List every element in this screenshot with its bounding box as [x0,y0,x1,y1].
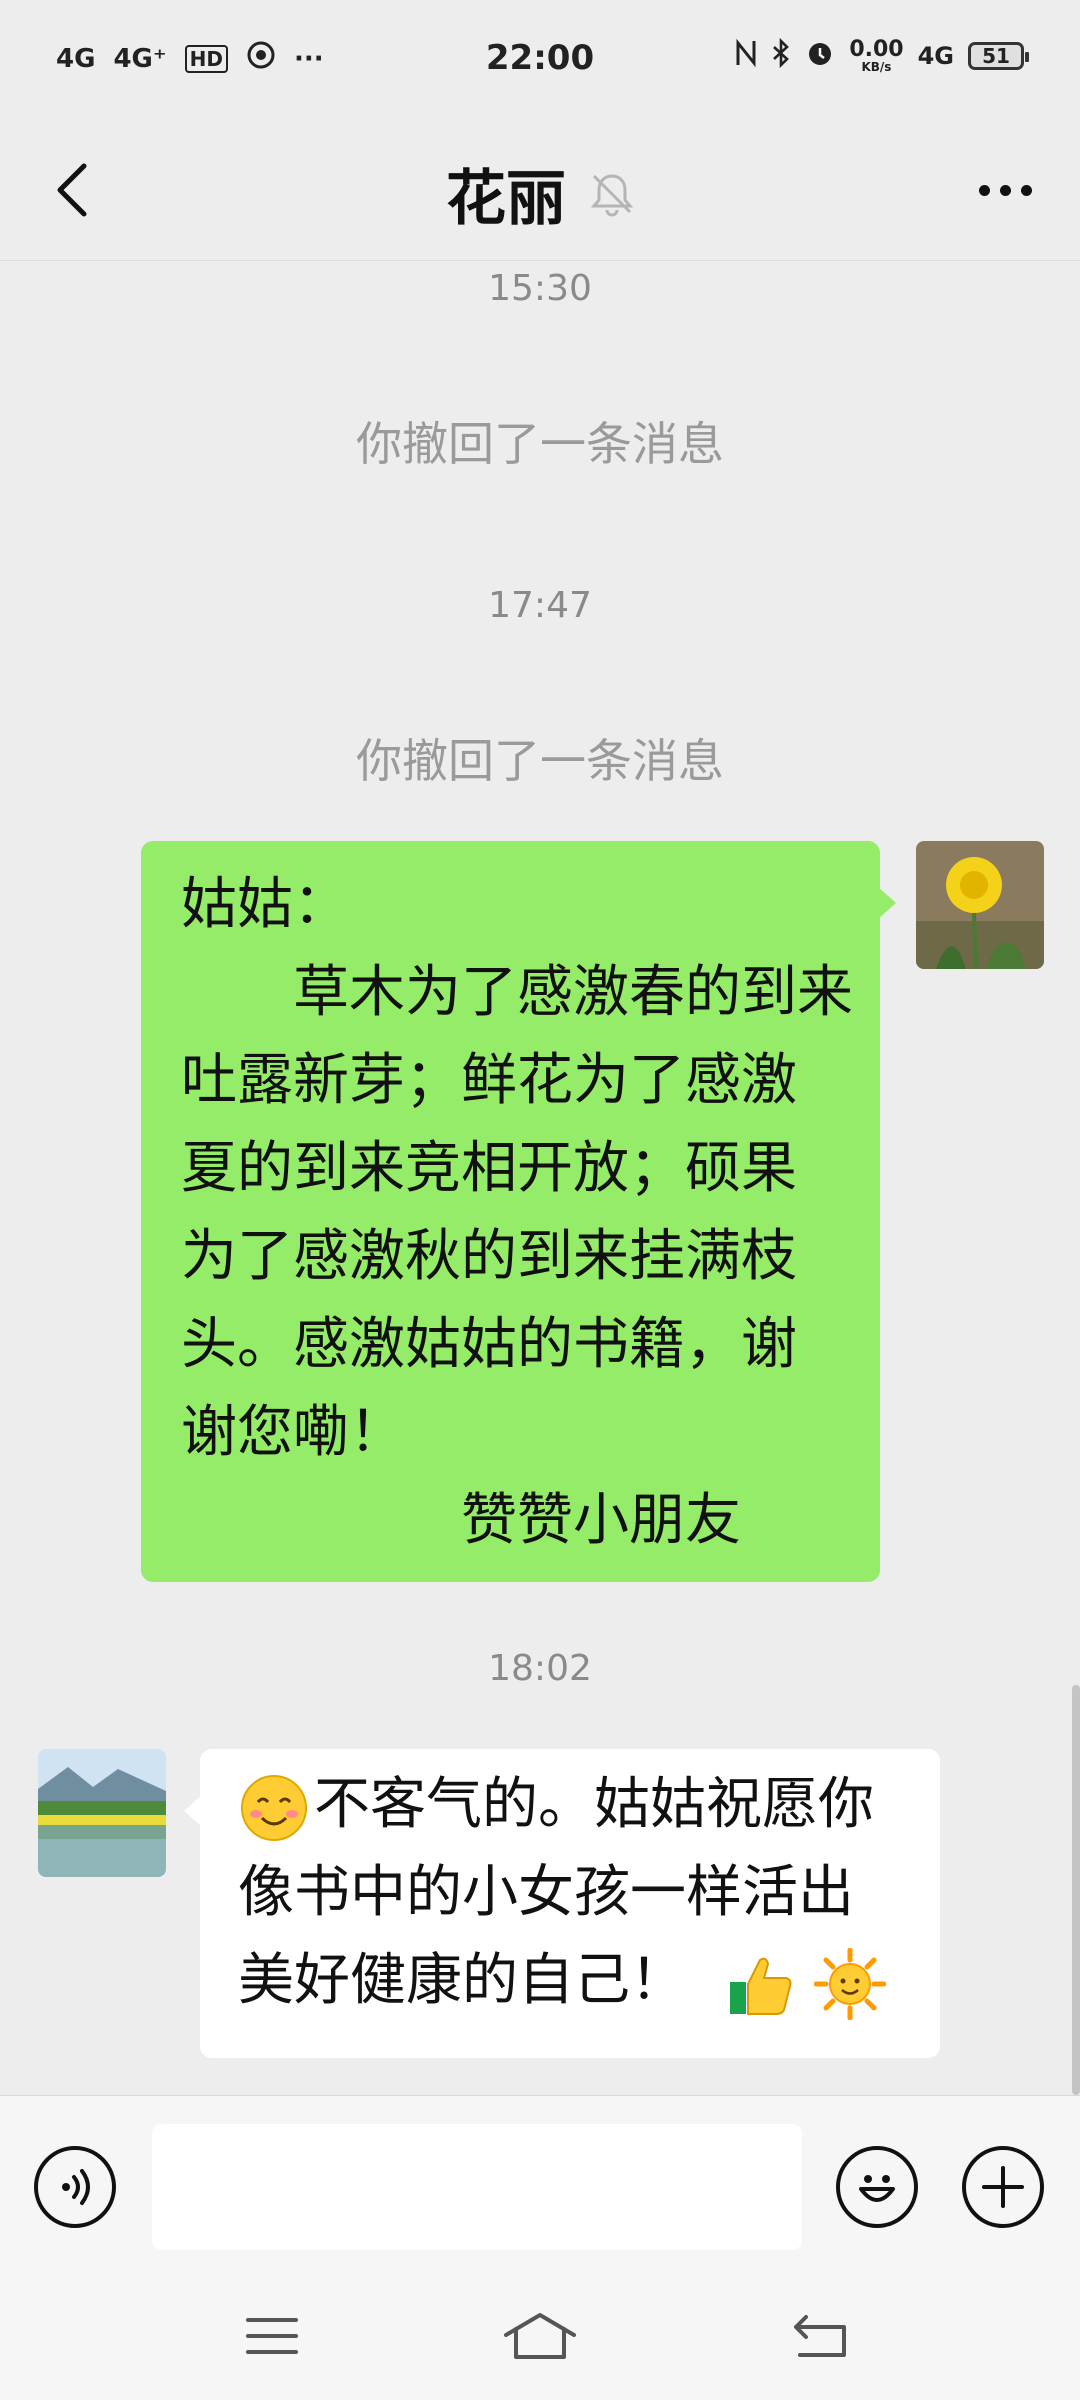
menu-icon [246,2318,298,2354]
my-avatar[interactable] [916,841,1044,969]
message-line: 不客气的。姑姑祝愿你 [238,1761,940,1849]
dandelion-avatar-image [916,841,1044,969]
status-right: 0.00 KB/s 4G 51 [735,37,1029,74]
scrollbar[interactable] [1072,1685,1080,2095]
network-4g-3: 4G [917,42,954,70]
plus-icon [982,2166,1024,2208]
input-bar [0,2095,1080,2276]
chat-title: 花丽 [446,164,566,234]
message-line: 谢您嘞！ [181,1400,405,1465]
menu-button[interactable] [232,2301,312,2371]
back-arrow-icon [794,2315,846,2357]
add-button[interactable] [962,2146,1044,2228]
message-line: 姑姑： [181,872,349,937]
bluetooth-icon [771,37,791,74]
message-line: 像书中的小女孩一样活出 [238,1860,854,1925]
network-speed: 0.00 KB/s [849,37,904,74]
timestamp: 17:47 [488,585,592,626]
message-text: 不客气的。姑姑祝愿你 [314,1772,874,1837]
message-line: 赞赞小朋友 [181,1488,741,1553]
system-nav-bar [0,2275,1080,2400]
chat-header: 花丽 [0,120,1080,261]
bell-off-icon [590,173,634,216]
nfc-icon [735,38,757,74]
voice-icon [62,2169,90,2205]
voice-button[interactable] [34,2146,116,2228]
timestamp: 15:30 [488,268,592,309]
incoming-message-bubble[interactable]: 不客气的。姑姑祝愿你 像书中的小女孩一样活出 美好健康的自己！ [184,1749,940,2058]
home-icon [504,2313,576,2359]
recall-notice: 你撤回了一条消息 [356,734,724,788]
message-line: 为了感激秋的到来挂满枝 [181,1224,797,1289]
status-bar: 4G 4G⁺ HD ··· 22:00 0.00 KB/s 4G 51 [0,0,1080,120]
message-line: 草木为了感激春的到来 [181,960,853,1025]
title-wrap: 花丽 [0,150,1080,237]
more-button[interactable] [960,160,1050,220]
outgoing-message-bubble[interactable]: 姑姑： 草木为了感激春的到来 吐露新芽；鲜花为了感激 夏的到来竞相开放；硕果 为… [141,841,896,1582]
emoji-icon [859,2175,895,2202]
sun-emoji-icon [813,1947,886,2020]
landscape-avatar-image [38,1749,166,1877]
contact-avatar[interactable] [38,1749,166,1877]
more-dots-icon [978,184,990,196]
message-line: 夏的到来竞相开放；硕果 [181,1136,797,1201]
home-button[interactable] [500,2301,580,2371]
alarm-icon [805,38,835,74]
battery-icon: 51 [968,42,1029,70]
message-line: 头。感激姑姑的书籍，谢 [181,1312,797,1377]
message-line: 美好健康的自己！ [238,1937,940,2025]
message-input[interactable] [152,2124,802,2250]
thumbs-up-emoji-icon [729,1957,792,2015]
smile-emoji-icon [241,1774,307,1841]
emoji-button[interactable] [836,2146,918,2228]
timestamp: 18:02 [488,1648,592,1689]
recall-notice: 你撤回了一条消息 [356,417,724,471]
nav-back-button[interactable] [782,2301,862,2371]
message-line: 吐露新芽；鲜花为了感激 [181,1048,797,1113]
message-text: 美好健康的自己！ [238,1948,686,2013]
